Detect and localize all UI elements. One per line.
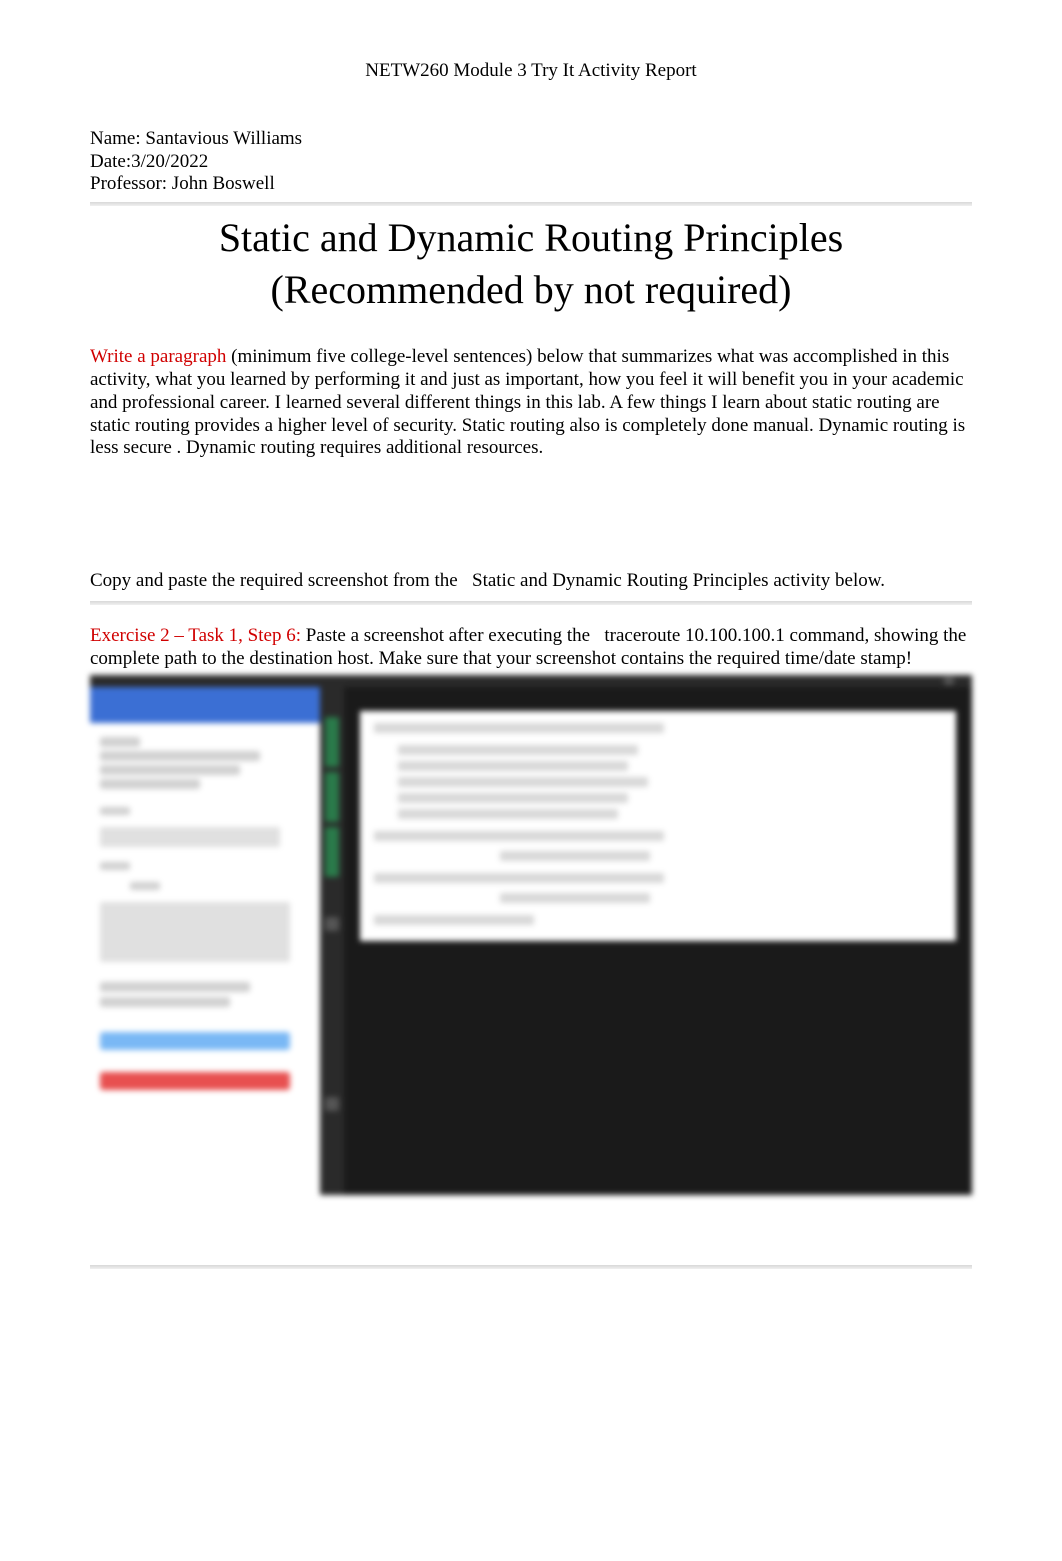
panel-text <box>130 882 160 890</box>
strip-button <box>325 1097 339 1111</box>
date-line: Date:3/20/2022 <box>90 151 972 174</box>
panel-red-button <box>100 1072 290 1090</box>
instruction-prefix: Copy and paste the required screenshot f… <box>90 570 463 591</box>
exercise-text-before: Paste a screenshot after executing the <box>301 625 595 646</box>
instruction-suffix: activity below. <box>769 570 885 591</box>
strip-button <box>325 917 339 931</box>
panel-block <box>100 902 290 962</box>
screenshot-instruction: Copy and paste the required screenshot f… <box>90 570 972 593</box>
report-header-title: NETW260 Module 3 Try It Activity Report <box>90 60 972 83</box>
terminal-line <box>398 793 628 803</box>
embedded-screenshot <box>90 675 972 1195</box>
activity-name: Static and Dynamic Routing Principles <box>472 570 769 591</box>
window-titlebar <box>90 675 972 687</box>
write-paragraph-prompt: Write a paragraph <box>90 346 226 367</box>
vm-tab <box>325 717 339 767</box>
terminal-panel <box>344 687 972 1195</box>
lab-left-panel <box>90 687 320 1195</box>
panel-text <box>100 997 230 1007</box>
terminal-output <box>360 711 956 941</box>
panel-field <box>100 827 280 847</box>
panel-text <box>100 862 130 870</box>
panel-text <box>100 765 240 775</box>
exercise-prompt: Exercise 2 – Task 1, Step 6: Paste a scr… <box>90 625 972 671</box>
terminal-line <box>500 893 650 903</box>
terminal-line <box>398 745 638 755</box>
vm-tab <box>325 772 339 822</box>
divider <box>90 601 972 605</box>
panel-text <box>100 779 200 789</box>
main-title: Static and Dynamic Routing Principles (R… <box>90 212 972 316</box>
terminal-line <box>374 831 664 841</box>
panel-text <box>100 807 130 815</box>
name-line: Name: Santavious Williams <box>90 128 972 151</box>
terminal-line <box>374 915 534 925</box>
window-control-icon <box>944 677 954 685</box>
panel-text <box>100 982 250 992</box>
traceroute-command: traceroute 10.100.100.1 <box>604 625 784 646</box>
vm-tab-strip <box>320 687 344 1195</box>
terminal-line <box>374 723 664 733</box>
panel-text <box>100 737 140 747</box>
exercise-label: Exercise 2 – Task 1, Step 6: <box>90 625 301 646</box>
summary-paragraph: Write a paragraph (minimum five college-… <box>90 346 972 460</box>
panel-header <box>90 687 320 723</box>
terminal-line <box>398 809 618 819</box>
panel-text <box>100 751 260 761</box>
professor-line: Professor: John Boswell <box>90 173 972 196</box>
terminal-line <box>398 777 648 787</box>
terminal-line <box>374 873 664 883</box>
terminal-line <box>398 761 628 771</box>
divider <box>90 1265 972 1269</box>
vm-tab <box>325 827 339 877</box>
meta-info-block: Name: Santavious Williams Date:3/20/2022… <box>90 128 972 196</box>
panel-blue-button <box>100 1032 290 1050</box>
terminal-line <box>500 851 650 861</box>
divider <box>90 202 972 206</box>
